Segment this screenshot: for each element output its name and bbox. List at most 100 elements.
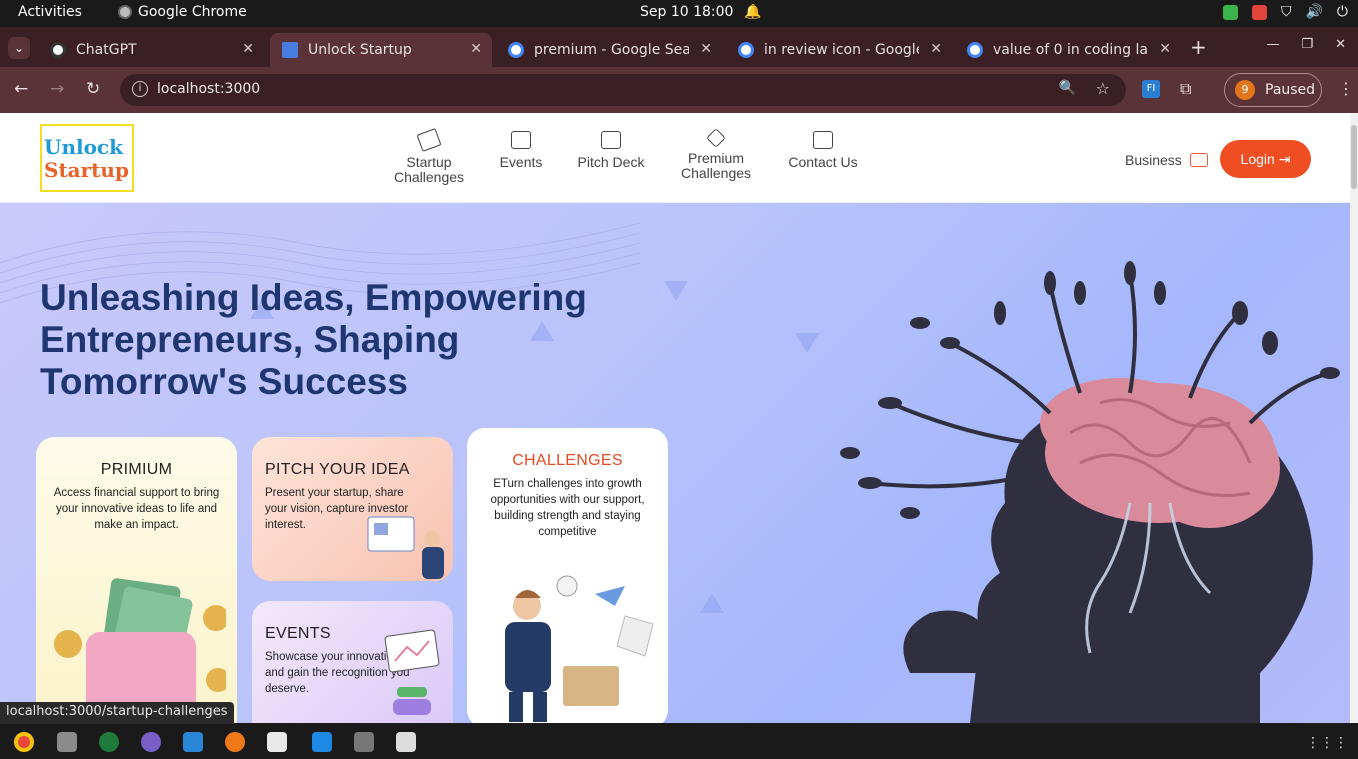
text-editor-dock-icon[interactable]: [267, 732, 287, 752]
briefcase-icon: [1189, 153, 1208, 167]
tab-premium-search[interactable]: premium - Google Search ✕: [496, 33, 722, 67]
page-scrollbar[interactable]: [1350, 113, 1358, 723]
close-tab-icon[interactable]: ✕: [930, 41, 942, 57]
profile-avatar: 9: [1235, 80, 1255, 100]
nav-label: Events: [499, 154, 543, 170]
nav-label: Contact Us: [788, 154, 858, 170]
link-hover-status: localhost:3000/startup-challenges: [0, 702, 234, 724]
zoom-magnifier-icon[interactable]: 🔍: [1059, 80, 1076, 96]
logo-line-2: Startup: [44, 158, 129, 182]
close-window-icon[interactable]: ✕: [1335, 37, 1346, 52]
tab-chatgpt[interactable]: ChatGPT ✕: [38, 33, 264, 67]
bell-icon[interactable]: 🔔: [744, 4, 761, 20]
business-link[interactable]: Business: [1125, 152, 1208, 168]
decor-triangle-icon: [795, 333, 819, 353]
google-favicon-icon: [967, 42, 983, 58]
system-top-bar: Activities Google Chrome Sep 10 18:00 🔔 …: [0, 0, 1358, 27]
presentation-chart-icon: [601, 131, 621, 149]
card-description: ETurn challenges into growth opportuniti…: [490, 478, 645, 538]
businessman-ideas-illustration: [505, 575, 654, 722]
close-tab-icon[interactable]: ✕: [242, 41, 254, 57]
login-label: Login: [1240, 151, 1275, 167]
tab-title: ChatGPT: [76, 42, 137, 58]
login-button[interactable]: Login ⇥: [1220, 140, 1311, 178]
url-text[interactable]: localhost:3000: [157, 81, 260, 97]
show-apps-grid-icon[interactable]: ⋮⋮⋮: [1306, 735, 1348, 751]
app-menu[interactable]: Google Chrome: [118, 4, 247, 20]
scrollbar-thumb[interactable]: [1351, 125, 1357, 189]
clock[interactable]: Sep 10 18:00: [640, 4, 733, 20]
new-tab-plus-icon[interactable]: +: [1190, 35, 1207, 59]
vscode-dock-icon[interactable]: [183, 732, 203, 752]
nav-contact-us[interactable]: Contact Us: [786, 131, 860, 170]
extensions-puzzle-icon[interactable]: ⧉: [1180, 79, 1191, 99]
card-title: CHALLENGES: [512, 452, 623, 469]
site-info-icon[interactable]: i: [132, 81, 148, 97]
presenter-illustration: [367, 516, 444, 579]
card-description: Access financial support to bring your i…: [53, 487, 220, 531]
laptop-trophy-illustration: [384, 629, 440, 715]
system-tray[interactable]: ⛉ 🔊 ⏻: [1222, 4, 1348, 20]
activities-button[interactable]: Activities: [18, 4, 82, 20]
extension-fi-icon[interactable]: FI: [1142, 80, 1160, 98]
wallet-money-illustration: [54, 578, 226, 712]
maximize-icon[interactable]: ❐: [1301, 37, 1313, 52]
disk-dock-icon[interactable]: [354, 732, 374, 752]
head-tree-brain-illustration: [840, 261, 1340, 723]
tab-strip: ⌄ ChatGPT ✕ Unlock Startup ✕ premium - G…: [0, 27, 1358, 67]
tab-title: value of 0 in coding language: [993, 42, 1148, 58]
files-dock-icon[interactable]: [57, 732, 77, 752]
trash-dock-icon[interactable]: [396, 732, 416, 752]
profile-paused-button[interactable]: 9 Paused: [1224, 73, 1322, 107]
nav-events[interactable]: Events: [496, 131, 546, 170]
volume-icon[interactable]: 🔊: [1305, 4, 1322, 20]
ext-tray-icon[interactable]: [1251, 4, 1267, 20]
tab-title: premium - Google Search: [534, 42, 689, 58]
back-arrow-icon[interactable]: ←: [14, 79, 28, 99]
close-tab-icon[interactable]: ✕: [700, 41, 712, 57]
headline-line: Unleashing Ideas, Empowering: [40, 277, 587, 318]
tab-search-chevron-down-icon[interactable]: ⌄: [8, 37, 30, 59]
chatgpt-favicon-icon: [50, 42, 66, 58]
network-icon[interactable]: ⛉: [1281, 4, 1292, 20]
address-bar[interactable]: i localhost:3000 🔍 ☆: [120, 74, 1126, 106]
firefox-dock-icon[interactable]: [225, 732, 245, 752]
site-favicon-icon: [282, 42, 298, 58]
card-challenges[interactable]: CHALLENGES ETurn challenges into growth …: [467, 428, 668, 723]
hero-headline: Unleashing Ideas, Empowering Entrepreneu…: [40, 277, 640, 403]
close-tab-icon[interactable]: ✕: [1159, 41, 1171, 57]
decor-triangle-icon: [700, 593, 724, 613]
card-primium[interactable]: PRIMIUM Access financial support to brin…: [36, 437, 237, 723]
tab-unlock-startup[interactable]: Unlock Startup ✕: [270, 33, 492, 67]
chrome-dock-icon[interactable]: [14, 732, 34, 752]
taskbar-dock: ⋮⋮⋮: [0, 724, 1358, 759]
check-icon[interactable]: [1222, 4, 1238, 20]
power-icon[interactable]: ⏻: [1337, 4, 1348, 20]
card-title: PITCH YOUR IDEA: [265, 461, 410, 478]
close-tab-icon[interactable]: ✕: [470, 41, 482, 57]
google-favicon-icon: [738, 42, 754, 58]
nav-premium-challenges[interactable]: Premium Challenges: [678, 128, 754, 181]
github-dock-icon[interactable]: [141, 732, 161, 752]
skype-dock-icon[interactable]: [312, 732, 332, 752]
chrome-app-icon: [118, 5, 132, 19]
minimize-icon[interactable]: —: [1266, 37, 1279, 52]
headline-line: Entrepreneurs, Shaping: [40, 319, 460, 360]
chrome-menu-icon[interactable]: ⋮: [1338, 79, 1354, 98]
nav-label: Challenges: [680, 165, 752, 181]
tab-in-review-search[interactable]: in review icon - Google Search ✕: [726, 33, 952, 67]
page-viewport: Unlock Startup Startup Challenges Events…: [0, 113, 1358, 723]
card-pitch-your-idea[interactable]: PITCH YOUR IDEA Present your startup, sh…: [252, 437, 453, 581]
nav-label: Startup: [406, 154, 452, 170]
nav-label: Premium: [687, 150, 744, 166]
site-logo[interactable]: Unlock Startup: [40, 124, 134, 192]
logo-line-1: Unlock: [44, 135, 123, 159]
tab-value-of-zero[interactable]: value of 0 in coding language ✕: [955, 33, 1181, 67]
forward-arrow-icon[interactable]: →: [50, 79, 64, 99]
reload-icon[interactable]: ↻: [86, 79, 100, 99]
nav-startup-challenges[interactable]: Startup Challenges: [392, 128, 466, 185]
nav-pitch-deck[interactable]: Pitch Deck: [575, 131, 647, 170]
bookmark-star-icon[interactable]: ☆: [1096, 79, 1110, 98]
mongodb-dock-icon[interactable]: [99, 732, 119, 752]
card-events[interactable]: EVENTS Showcase your innovations and gai…: [252, 601, 453, 723]
